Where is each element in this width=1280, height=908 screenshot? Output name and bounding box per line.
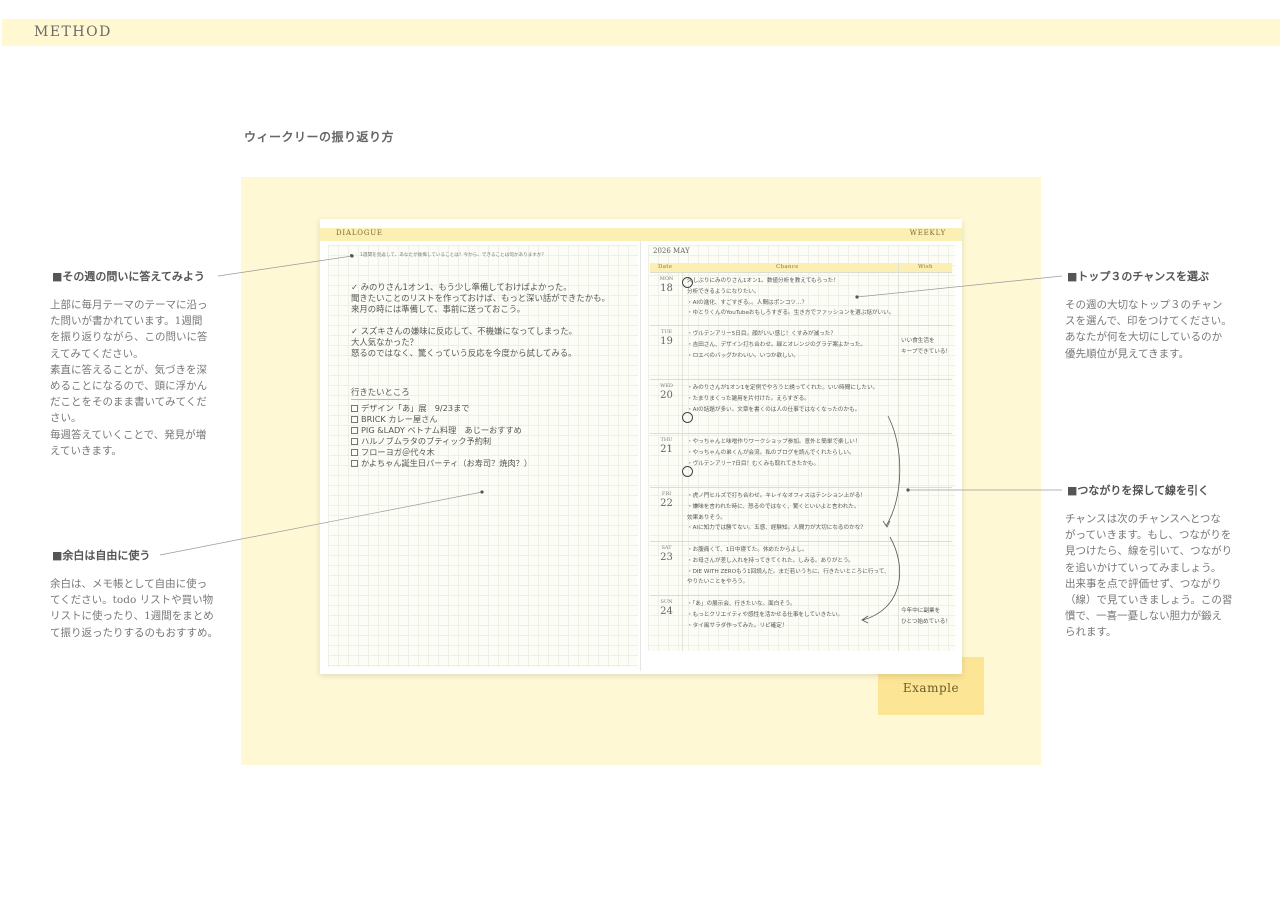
tip-line: その週の大切なトップ３のチャン: [1065, 299, 1223, 311]
section-label: METHOD: [34, 24, 112, 40]
tip-line: リストに使ったり、1週間をまとめ: [50, 610, 214, 623]
tip-line: 出来事を点で評価せず、つながり: [1065, 577, 1222, 590]
connection-lines: [861, 415, 901, 624]
tip-line: 素直に答えることが、気づきを深: [50, 363, 207, 376]
tip-line: えてみてください。: [50, 347, 144, 360]
tip-line: 優先順位が見えてきます。: [1065, 347, 1190, 360]
tip-body: 上部に毎月テーマのテーマに沿っ た問いが書かれています。1週間 を振り返りながら、こ…: [50, 297, 208, 459]
connection-line: [862, 536, 901, 621]
connection-line: [882, 520, 891, 528]
tip-line: がっていきます。もし、つながりを: [1065, 529, 1232, 542]
tip-line: 見つけたら、線を引いて、つながり: [1065, 545, 1233, 558]
tip-heading: ■トップ３のチャンスを選ぶ: [1067, 270, 1210, 283]
connection-line: [885, 415, 901, 527]
notebook-spread: DIALOGUE WEEKLY 1週間を見返して、あなたが後悔していることは？今…: [320, 219, 962, 674]
tip-body: その週の大切なトップ３のチャン スを選んで、印をつけてください。 あなたが何を大切に…: [1065, 297, 1232, 362]
tip-line: 慣で、一喜一憂しない胆力が鍛え: [1065, 610, 1223, 623]
tip-line: を振り返りながら、この問いに答: [50, 331, 208, 344]
tip-line: られます。: [1065, 626, 1117, 639]
tip-line: 毎週答えていくことで、発見が増: [50, 428, 207, 441]
tip-line: 余白は、メモ帳として自由に使っ: [50, 578, 208, 590]
tip-heading: ■余白は自由に使う: [52, 549, 151, 562]
tip-heading: ■その週の問いに答えてみよう: [52, 270, 205, 283]
tip-line: さい。: [50, 412, 82, 425]
example-tag-label: Example: [902, 681, 960, 695]
tip-line: チャンスは次のチャンスへとつな: [1065, 513, 1221, 525]
tip-line: スを選んで、印をつけてください。: [1065, 315, 1232, 328]
section-header-bar: METHOD: [2, 19, 1280, 46]
tip-line: を追いかけていってみましょう。: [1065, 561, 1222, 574]
tip-line: めることになるので、頭に浮かん: [50, 380, 208, 393]
tip-heading: ■つながりを探して線を引く: [1067, 484, 1210, 497]
page-title: ウィークリーの振り返り方: [244, 130, 395, 144]
tip-line: た問いが書かれています。1週間: [50, 315, 203, 328]
tip-line: えていきます。: [50, 444, 122, 457]
tip-line: だことをそのまま書いてみてくだ: [50, 396, 207, 409]
tip-line: （線）で見ていきましょう。この習: [1065, 594, 1233, 607]
tip-line: てください。todo リストや買い物: [50, 594, 214, 607]
tip-body: チャンスは次のチャンスへとつな がっていきます。もし、つながりを 見つけたら、線を引…: [1065, 511, 1232, 641]
tip-line: て振り返ったりするのもおすすめ。: [50, 626, 218, 639]
tip-line: 上部に毎月テーマのテーマに沿っ: [50, 299, 208, 311]
tip-body: 余白は、メモ帳として自由に使っ てください。todo リストや買い物 リストに使った…: [50, 576, 218, 641]
tip-line: あなたが何を大切にしているのか: [1065, 331, 1223, 344]
